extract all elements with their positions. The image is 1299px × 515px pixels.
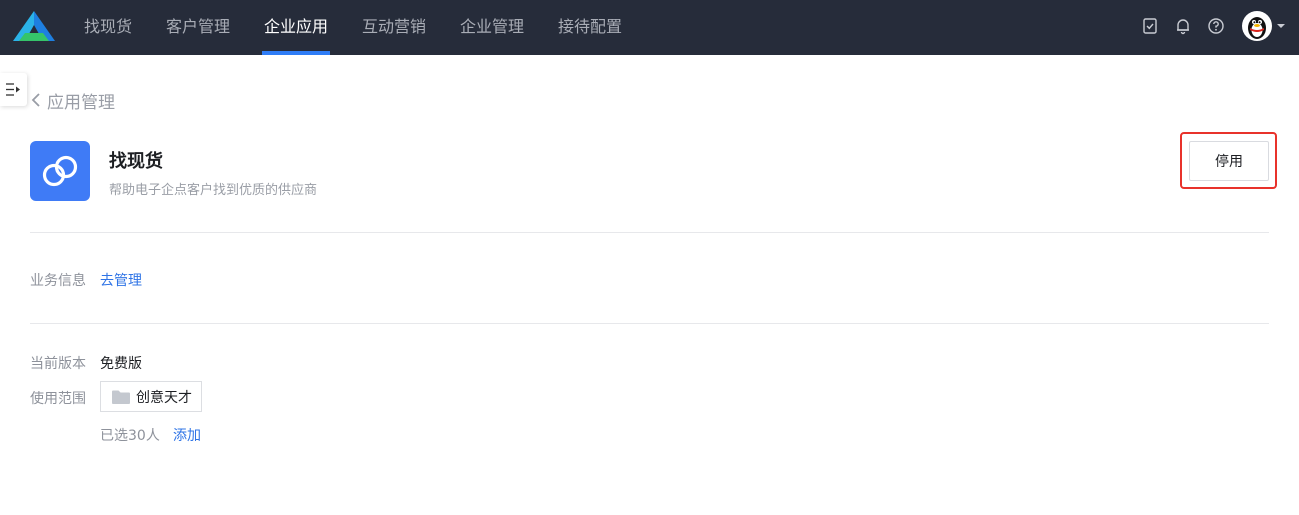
help-icon[interactable] (1207, 17, 1225, 35)
nav-item-enterprise-apps[interactable]: 企业应用 (264, 0, 328, 55)
business-info-label: 业务信息 (30, 273, 86, 289)
nav-item-enterprise-management[interactable]: 企业管理 (460, 0, 524, 55)
top-nav-bar: 找现货 客户管理 企业应用 互动营销 企业管理 接待配置 (0, 0, 1299, 55)
nav-item-interactive-marketing[interactable]: 互动营销 (362, 0, 426, 55)
nav-item-find-stock[interactable]: 找现货 (84, 0, 132, 55)
go-manage-link[interactable]: 去管理 (100, 270, 142, 290)
user-avatar[interactable] (1242, 11, 1272, 41)
section-divider (30, 323, 1269, 324)
back-to-app-management[interactable]: 应用管理 (31, 89, 115, 113)
task-icon[interactable] (1141, 17, 1159, 35)
qq-penguin-icon (1248, 17, 1266, 39)
org-scope-tag-label: 创意天才 (136, 389, 192, 406)
app-icon (30, 141, 90, 201)
folder-icon (112, 390, 130, 404)
bell-icon[interactable] (1174, 17, 1192, 35)
org-scope-tag[interactable]: 创意天才 (100, 381, 202, 412)
brand-logo-icon[interactable] (13, 11, 55, 41)
selected-count: 已选30人 (100, 428, 160, 444)
nav-item-customer-management[interactable]: 客户管理 (166, 0, 230, 55)
link-icon (42, 155, 78, 187)
nav-item-reception-config[interactable]: 接待配置 (558, 0, 622, 55)
app-description: 帮助电子企点客户找到优质的供应商 (109, 183, 318, 198)
breadcrumb-label: 应用管理 (47, 92, 115, 113)
section-divider (30, 232, 1269, 233)
chevron-down-icon[interactable] (1276, 22, 1286, 30)
current-version-label: 当前版本 (30, 356, 86, 372)
app-title: 找现货 (109, 151, 163, 172)
sidebar-toggle[interactable] (0, 73, 27, 106)
disable-app-button[interactable]: 停用 (1189, 141, 1269, 181)
active-tab-indicator (262, 51, 330, 55)
usage-scope-label: 使用范围 (30, 391, 86, 407)
menu-expand-icon (6, 83, 20, 96)
add-member-link[interactable]: 添加 (173, 425, 201, 445)
chevron-left-icon (31, 93, 40, 107)
current-version-value: 免费版 (100, 356, 142, 372)
